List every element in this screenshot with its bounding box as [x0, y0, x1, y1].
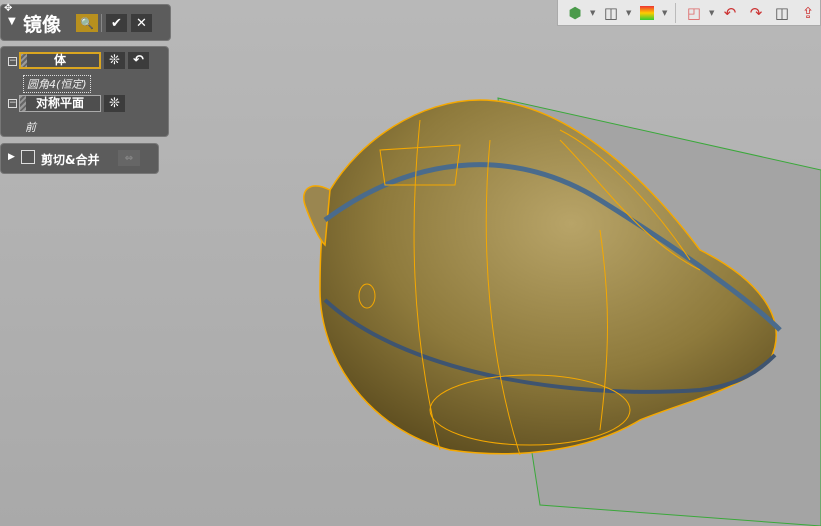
plane-selector[interactable]: 对称平面 [19, 95, 101, 112]
undo-button[interactable]: ↶ [128, 52, 149, 69]
collapse-body-icon[interactable]: − [8, 57, 17, 66]
expand-triangle-icon[interactable]: ▶ [8, 152, 15, 162]
appearance-icon[interactable] [636, 3, 658, 23]
dropdown-arrow-icon[interactable]: ▼ [662, 9, 668, 17]
dropdown-arrow-icon[interactable]: ▼ [590, 9, 596, 17]
display-style-icon[interactable]: ◫ [600, 3, 622, 23]
mirror-feature-header: ✥ ▼ 镜像 🔍 ✔ ✕ [0, 3, 171, 41]
dropdown-arrow-icon[interactable]: ▼ [709, 9, 715, 17]
body-selector[interactable]: 体 [19, 52, 101, 69]
view-toolbar: ⬢ ▼ ◫ ▼ ▼ ◰ ▼ ↶ ↷ ◫ ⇪ [557, 0, 821, 26]
trim-label: 剪切&合并 [41, 153, 100, 167]
cancel-button[interactable]: ✕ [131, 14, 152, 32]
ok-button[interactable]: ✔ [106, 14, 127, 32]
rotate-right-icon[interactable]: ↷ [745, 3, 767, 23]
normal-to-icon[interactable]: ⇪ [797, 3, 819, 23]
plane-snowflake-button[interactable]: ❊ [104, 95, 125, 112]
dropdown-arrow-icon[interactable]: ▼ [626, 9, 632, 17]
body-value[interactable]: 圆角4(恒定) [23, 75, 91, 93]
collapse-triangle-icon[interactable]: ▼ [8, 16, 16, 27]
split-view-icon[interactable]: ◫ [771, 3, 793, 23]
mirror-inputs-panel: − 体 ❊ ↶ 圆角4(恒定) − 对称平面 ❊ 前 [0, 46, 169, 137]
toolbar-separator [675, 2, 676, 23]
model-ear [303, 185, 331, 247]
trim-merge-panel: ▶ 剪切&合并 ⇔ [0, 143, 159, 174]
divider [101, 14, 102, 32]
body-snowflake-button[interactable]: ❊ [104, 52, 125, 69]
feature-title: 镜像 [23, 14, 62, 36]
trim-checkbox[interactable] [21, 150, 35, 164]
collapse-plane-icon[interactable]: − [8, 99, 17, 108]
view-orient-icon[interactable]: ⬢ [564, 3, 586, 23]
plane-value: 前 [25, 121, 36, 134]
rotate-left-icon[interactable]: ↶ [719, 3, 741, 23]
preview-button[interactable]: 🔍 [76, 14, 98, 32]
section-view-icon[interactable]: ◰ [683, 3, 705, 23]
pin-icon[interactable]: ✥ [4, 3, 12, 14]
trim-options-button: ⇔ [118, 150, 140, 166]
